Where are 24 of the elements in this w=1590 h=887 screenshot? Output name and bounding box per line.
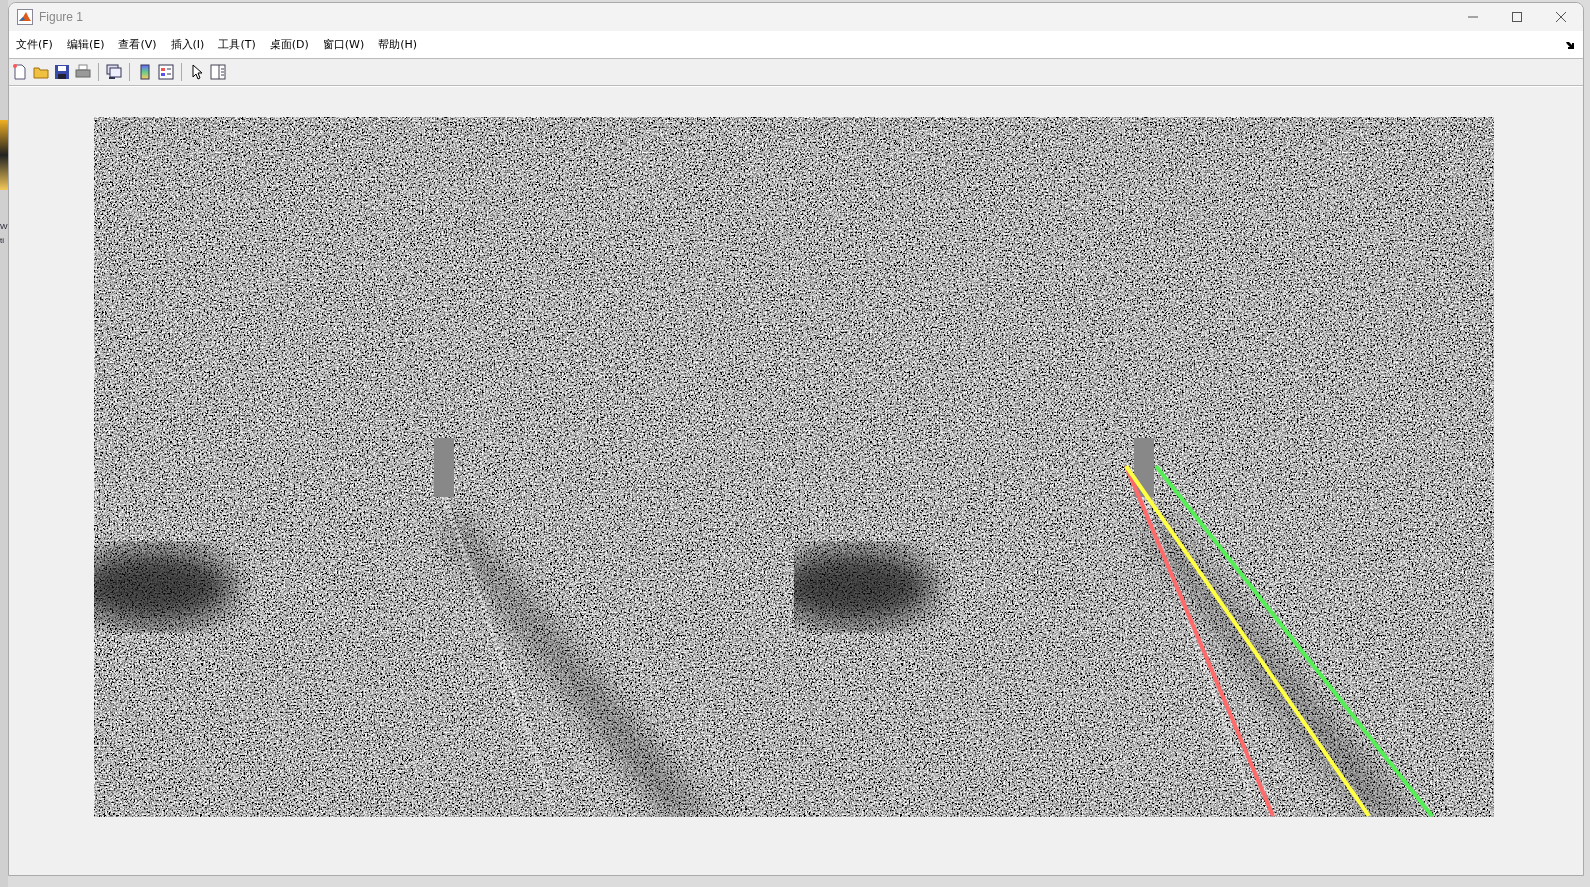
window-title: Figure 1	[39, 10, 84, 24]
printer-icon[interactable]	[75, 64, 91, 80]
menu-item[interactable]: 查看(V)	[118, 37, 157, 52]
panel-icon[interactable]	[210, 64, 226, 80]
save-icon[interactable]	[54, 64, 70, 80]
window-text-fragment: ti	[0, 235, 5, 247]
menu-item[interactable]: 工具(T)	[218, 37, 256, 52]
window-text-fragment: W	[0, 221, 8, 233]
legend-icon[interactable]	[158, 64, 174, 80]
close-icon[interactable]	[1555, 11, 1567, 23]
maximize-icon[interactable]	[1511, 11, 1523, 23]
colorbar-icon[interactable]	[137, 64, 153, 80]
menu-item[interactable]: 文件(F)	[16, 37, 53, 52]
menu-item[interactable]: 帮助(H)	[378, 37, 418, 52]
folder-icon[interactable]	[33, 64, 49, 80]
pointer-icon[interactable]	[189, 64, 205, 80]
menu-item[interactable]: 插入(I)	[170, 37, 205, 52]
menu-item[interactable]: 桌面(D)	[269, 37, 309, 52]
new-file-icon[interactable]	[12, 64, 28, 80]
app-icon	[17, 9, 33, 25]
linked-windows-icon[interactable]	[106, 64, 122, 80]
menu-item[interactable]: 编辑(E)	[66, 37, 105, 52]
menu-item[interactable]: 窗口(W)	[322, 37, 365, 52]
dock-arrow-icon[interactable]	[1566, 40, 1575, 49]
